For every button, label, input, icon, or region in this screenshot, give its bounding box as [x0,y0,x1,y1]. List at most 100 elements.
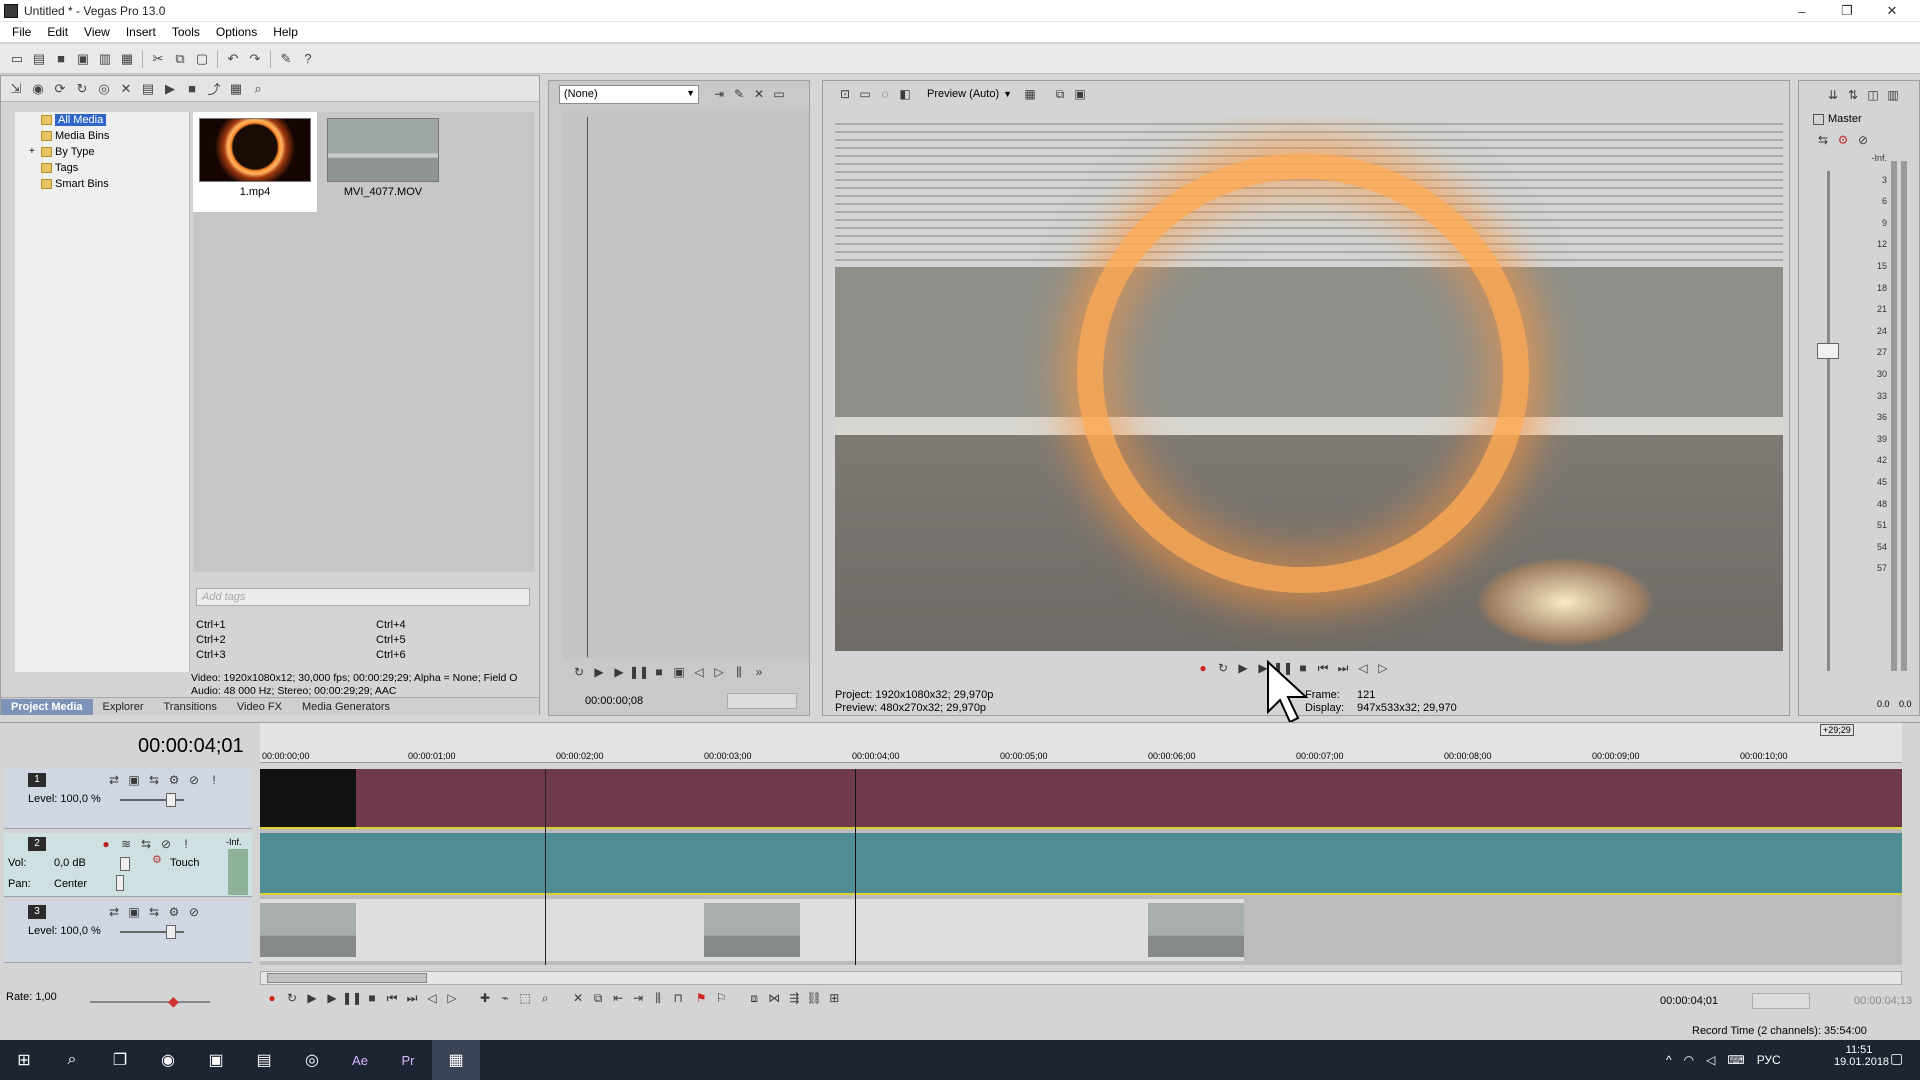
external-monitor-icon[interactable]: ▭ [855,85,875,103]
fx-icon[interactable]: ✎ [729,85,749,103]
premiere-icon[interactable]: Pr [384,1040,432,1080]
mute-icon[interactable]: ⊘ [1853,131,1873,149]
search-icon[interactable]: ⌕ [48,1040,96,1080]
trimmer-area[interactable] [563,111,809,659]
rate-slider-handle[interactable]: ◆ [168,993,182,1009]
master-settings-icon[interactable]: ⚙ [1833,131,1853,149]
automation-icon[interactable]: ⚙ [152,853,162,866]
save-as-icon[interactable]: ▣ [72,48,94,70]
invert-phase-icon[interactable]: ≋ [116,835,136,853]
keyboard-icon[interactable]: ⌨ [1727,1053,1744,1067]
play-icon[interactable]: ▶ [159,78,181,100]
selection-length-field[interactable] [1752,993,1810,1009]
notifications-icon[interactable]: ▢ [1890,1050,1903,1067]
loop-icon[interactable]: ↻ [1213,659,1233,677]
split-icon[interactable]: ⫼ [648,990,668,1008]
cut-icon[interactable]: ✂ [147,48,169,70]
video-preview[interactable] [835,117,1783,651]
network-icon[interactable]: ◠ [1684,1053,1694,1067]
play-from-start-icon[interactable]: ▶ [1233,659,1253,677]
pause-icon[interactable]: ❚❚ [342,989,362,1007]
task-view-icon[interactable]: ❐ [96,1040,144,1080]
level-slider-handle[interactable] [166,793,176,807]
zoom-tool-icon[interactable]: ⌕ [535,990,555,1008]
selection-icon[interactable]: ▣ [669,663,689,681]
lock-envelopes-icon[interactable]: ⛓ [804,989,824,1007]
marker-icon[interactable]: ⚑ [691,989,711,1007]
tree-item-smart-bins[interactable]: Smart Bins [15,176,189,192]
auto-crossfade-icon[interactable]: ⋈ [764,989,784,1007]
play-icon[interactable]: ▶ [322,989,342,1007]
trim-icon[interactable]: ⧉ [588,990,608,1008]
trimmer-dropdown[interactable]: (None) ▼ [559,85,699,104]
lock-icon[interactable]: ⊓ [668,989,688,1007]
open-icon[interactable]: ▤ [28,48,50,70]
capture-icon[interactable]: ◉ [27,78,49,100]
scrollbar-thumb[interactable] [267,973,427,983]
auto-preview-icon[interactable]: ⤴ [203,78,225,100]
tree-item-tags[interactable]: Tags [15,160,189,176]
solo-icon[interactable]: ! [204,771,224,789]
channels-icon[interactable]: ◫ [1863,86,1883,104]
trimmer-length-field[interactable] [727,693,797,709]
envelope-tool-icon[interactable]: ⌁ [495,989,515,1007]
go-to-end-icon[interactable]: ⏭ [1333,660,1353,678]
add-tags-field[interactable]: Add tags [196,588,530,606]
settings-icon[interactable]: ⚙ [164,903,184,921]
prev-frame-icon[interactable]: ◁ [422,989,442,1007]
tree-item-all-media[interactable]: All Media [15,112,189,128]
save-snapshot-icon[interactable]: ▣ [1070,85,1090,103]
tab-explorer[interactable]: Explorer [93,699,154,715]
tab-project-media[interactable]: Project Media [1,699,93,715]
mute-icon[interactable]: ⊘ [184,903,204,921]
audio-track-2-event[interactable] [260,833,1902,895]
enable-snapping-icon[interactable]: ✎ [275,48,297,70]
motion-icon[interactable]: ⇆ [144,771,164,789]
tray-chevron-icon[interactable]: ^ [1666,1053,1672,1067]
whats-this-help-icon[interactable]: ? [297,48,319,70]
views-icon[interactable]: ▦ [225,78,247,100]
fx-icon[interactable]: ▣ [124,903,144,921]
fx-bypass-icon[interactable]: ◌ [875,85,895,103]
copy-icon[interactable]: ⧉ [169,48,191,70]
prev-frame-icon[interactable]: ◁ [689,663,709,681]
file-explorer-icon[interactable]: ▤ [240,1040,288,1080]
tab-media-generators[interactable]: Media Generators [292,699,400,715]
track-header-1[interactable]: 1 ⇄ ▣ ⇆ ⚙ ⊘! Level: 100,0 % [4,769,252,829]
expand-icon[interactable]: + [29,144,35,160]
automation-mode[interactable]: Touch [170,857,199,869]
downmix-icon[interactable]: ⇊ [1823,86,1843,104]
vegas-icon[interactable]: ▦ [432,1040,480,1080]
browser-icon[interactable]: ◎ [288,1040,336,1080]
get-media-icon[interactable]: ⟳ [49,78,71,100]
menu-tools[interactable]: Tools [164,25,208,39]
motion-icon[interactable]: ⇆ [144,903,164,921]
playhead-line[interactable] [545,769,546,965]
tab-video-fx[interactable]: Video FX [227,699,292,715]
save-icon[interactable]: ■ [50,48,72,70]
import-media-icon[interactable]: ⇲ [5,78,27,100]
next-frame-icon[interactable]: ▷ [709,663,729,681]
master-checkbox[interactable] [1813,113,1824,125]
copy-snapshot-icon[interactable]: ⧉ [1050,85,1070,103]
add-to-timeline-icon[interactable]: ⇥ [709,85,729,103]
track-header-2[interactable]: 2 ● ≋ ⇆ ⊘! -Inf. Vol: 0,0 dB ⚙ Touch Pan: C… [4,833,252,897]
start-icon[interactable]: ⊞ [0,1040,48,1080]
menu-file[interactable]: File [4,25,39,39]
ignore-grouping-icon[interactable]: ⊞ [824,989,844,1007]
region-icon[interactable]: ⚐ [711,989,731,1007]
horizontal-scrollbar[interactable] [260,971,1902,985]
chevron-down-icon[interactable]: ▼ [1003,89,1012,99]
app-icon[interactable]: ▣ [192,1040,240,1080]
properties-icon[interactable]: ▤ [137,78,159,100]
next-frame-icon[interactable]: ▷ [442,989,462,1007]
video-track-1-event[interactable] [260,769,1902,829]
next-frame-icon[interactable]: ▷ [1373,659,1393,677]
fx-icon[interactable]: ⇆ [136,835,156,853]
pause-icon[interactable]: ❚❚ [629,663,649,681]
properties-icon[interactable]: ▦ [116,48,138,70]
search-icon[interactable]: ⌕ [247,78,269,100]
loop-icon[interactable]: ↻ [282,989,302,1007]
menu-insert[interactable]: Insert [118,25,164,39]
tab-transitions[interactable]: Transitions [154,699,227,715]
